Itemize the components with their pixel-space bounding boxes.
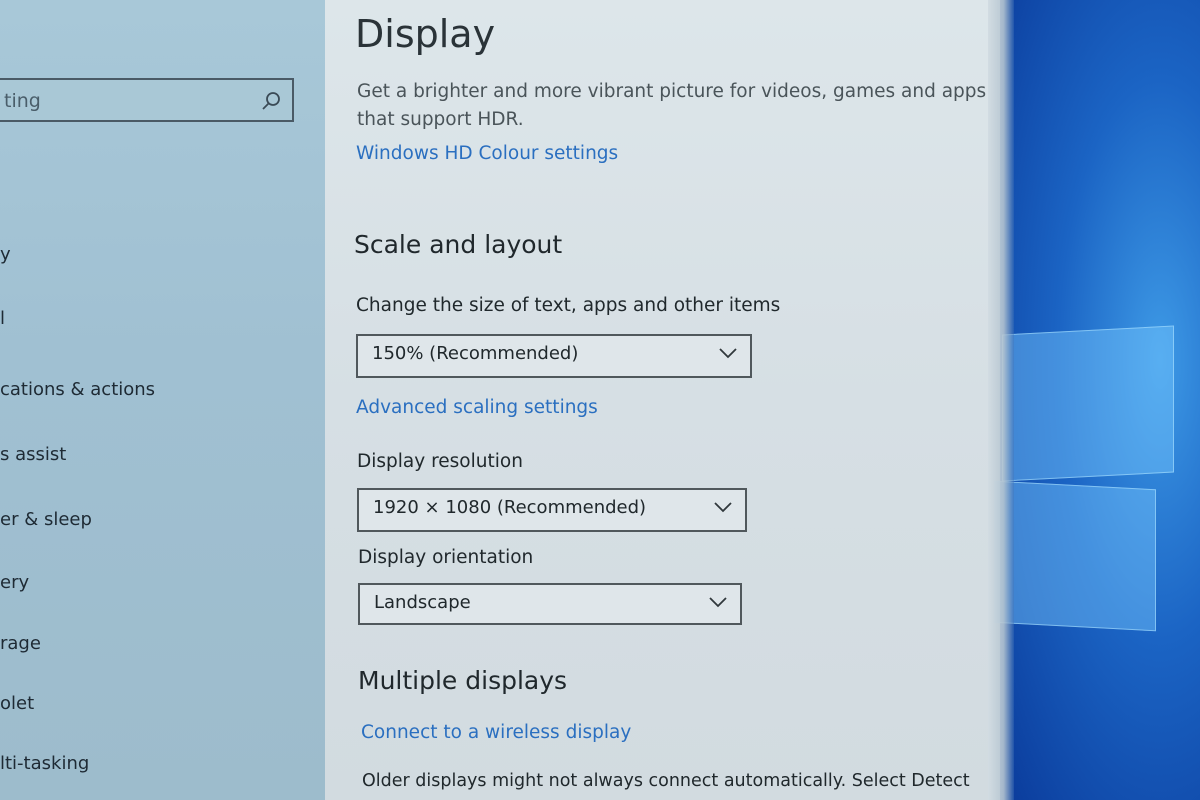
sidebar-item-multitasking[interactable]: lti-tasking bbox=[0, 753, 89, 774]
sidebar-item-battery[interactable]: ery bbox=[0, 572, 29, 593]
advanced-scaling-link[interactable]: Advanced scaling settings bbox=[356, 397, 598, 418]
orientation-label: Display orientation bbox=[358, 547, 534, 568]
chevron-down-icon bbox=[719, 348, 737, 359]
sidebar-item-focus-assist[interactable]: s assist bbox=[0, 444, 66, 465]
sidebar-item-notifications[interactable]: cations & actions bbox=[0, 379, 155, 400]
hdr-description: Get a brighter and more vibrant picture … bbox=[357, 81, 987, 130]
hd-colour-settings-link[interactable]: Windows HD Colour settings bbox=[356, 143, 618, 164]
screen: ting y l cations & actions s assist er &… bbox=[0, 0, 1200, 800]
orientation-dropdown-value: Landscape bbox=[374, 592, 471, 613]
scale-dropdown-value: 150% (Recommended) bbox=[372, 343, 579, 364]
scale-label: Change the size of text, apps and other … bbox=[356, 295, 781, 316]
page-title: Display bbox=[355, 12, 496, 56]
sidebar: ting y l cations & actions s assist er &… bbox=[0, 0, 325, 800]
window-edge bbox=[988, 0, 1014, 800]
sidebar-item-storage[interactable]: rage bbox=[0, 633, 41, 654]
chevron-down-icon bbox=[714, 502, 732, 513]
resolution-dropdown-value: 1920 × 1080 (Recommended) bbox=[373, 497, 647, 518]
scale-layout-heading: Scale and layout bbox=[354, 230, 563, 259]
wireless-display-link[interactable]: Connect to a wireless display bbox=[361, 722, 631, 743]
scale-dropdown[interactable]: 150% (Recommended) bbox=[356, 334, 752, 378]
resolution-label: Display resolution bbox=[357, 451, 523, 472]
desktop-wallpaper bbox=[994, 0, 1200, 800]
resolution-dropdown[interactable]: 1920 × 1080 (Recommended) bbox=[357, 488, 747, 532]
sidebar-item-power-sleep[interactable]: er & sleep bbox=[0, 509, 92, 530]
windows-logo-pane-bottom bbox=[994, 480, 1156, 632]
sidebar-item-tablet[interactable]: olet bbox=[0, 693, 34, 714]
search-input[interactable]: ting bbox=[0, 78, 294, 122]
multiple-displays-heading: Multiple displays bbox=[358, 666, 568, 695]
older-displays-note: Older displays might not always connect … bbox=[362, 771, 970, 791]
search-icon[interactable] bbox=[260, 90, 282, 112]
windows-logo-pane-top bbox=[1002, 325, 1174, 482]
chevron-down-icon bbox=[709, 597, 727, 608]
orientation-dropdown[interactable]: Landscape bbox=[358, 583, 742, 625]
search-input-text: ting bbox=[4, 90, 41, 112]
sidebar-item-1[interactable]: y bbox=[0, 244, 11, 265]
sidebar-item-2[interactable]: l bbox=[0, 308, 5, 329]
